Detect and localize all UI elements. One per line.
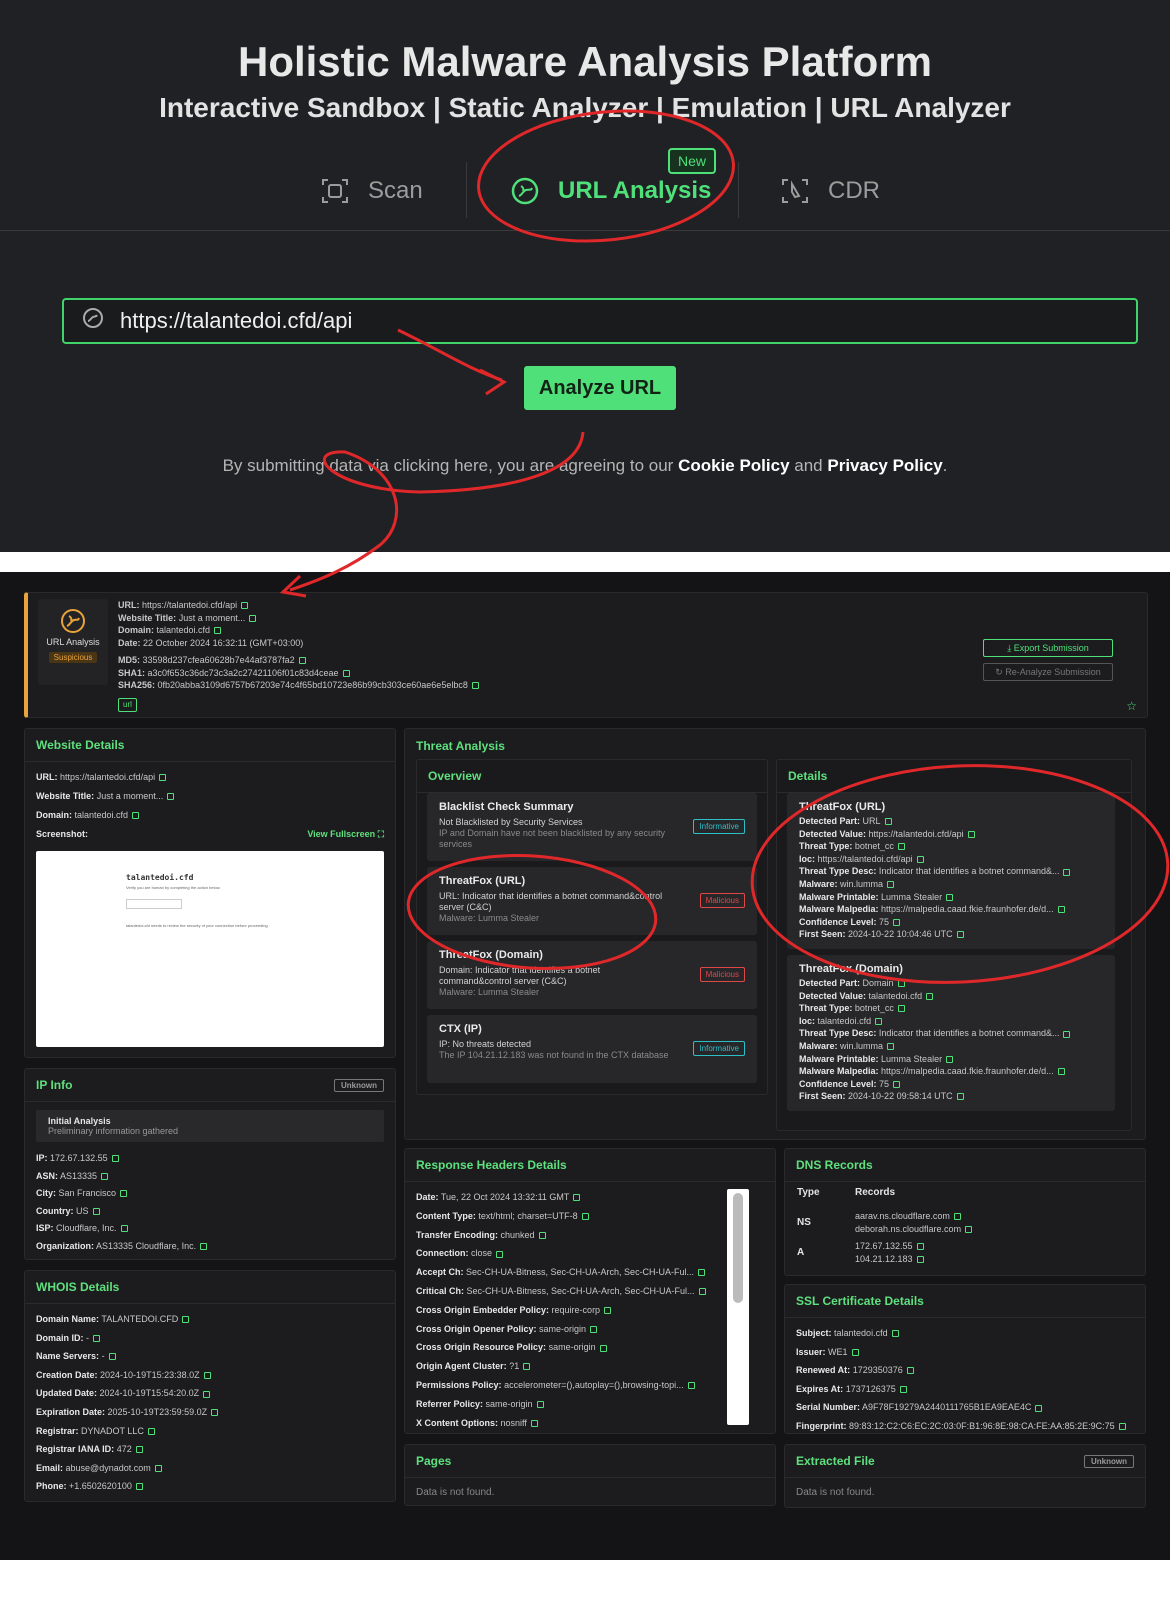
annotation-overlay: [279, 109, 1170, 984]
annotation-circle: [406, 853, 658, 971]
annotation-arrow: [289, 431, 585, 592]
annotation-circle: [750, 764, 1170, 984]
annotation-circle: [477, 109, 735, 243]
